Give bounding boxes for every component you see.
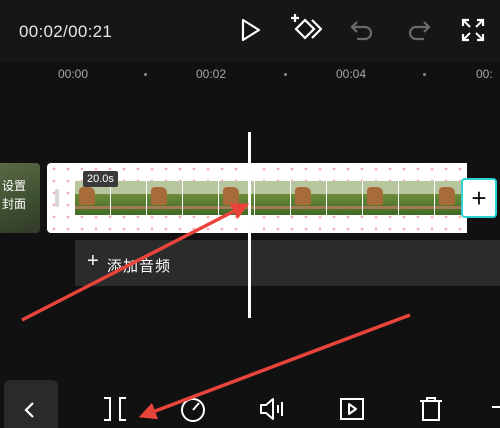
undo-icon[interactable] (348, 16, 376, 44)
redo-icon[interactable] (405, 16, 433, 44)
ruler-tick (144, 73, 147, 76)
playhead[interactable] (248, 132, 251, 318)
back-button[interactable] (4, 380, 58, 428)
clip-duration-badge: 20.0s (83, 171, 118, 187)
bottom-toolbar (0, 380, 500, 428)
ruler-label: 00:00 (58, 67, 89, 81)
fullscreen-icon[interactable] (459, 16, 487, 44)
more-indicator (492, 406, 500, 408)
top-bar: 00:02/00:21 (0, 0, 500, 62)
time-display: 00:02/00:21 (19, 22, 113, 41)
ruler-label: 00:04 (336, 67, 367, 81)
animation-icon[interactable] (337, 394, 367, 424)
ruler-label: 00: (476, 67, 493, 81)
back-icon (24, 402, 34, 418)
clip-frame (255, 181, 291, 215)
play-icon[interactable] (236, 16, 264, 44)
ruler-tick (284, 73, 287, 76)
clip-frame (399, 181, 435, 215)
set-cover-label: 设置 封面 (2, 179, 27, 211)
clip-frame (147, 181, 183, 215)
clip-frames (75, 181, 467, 215)
plus-icon: + (87, 250, 99, 272)
ruler-tick (423, 73, 426, 76)
add-clip-button[interactable]: + (461, 178, 497, 218)
clip-trim-handle[interactable] (55, 189, 59, 207)
clip-frame (183, 181, 219, 215)
speed-icon[interactable] (178, 394, 208, 424)
clip-frame (291, 181, 327, 215)
add-audio-track[interactable]: + 添加音频 (75, 240, 500, 286)
timeline-ruler[interactable]: 00:00 00:02 00:04 00: (0, 62, 500, 90)
delete-icon[interactable] (416, 394, 446, 424)
keyframe-add-icon[interactable] (288, 12, 322, 46)
clip-frame (327, 181, 363, 215)
clip-frame (363, 181, 399, 215)
volume-icon[interactable] (257, 394, 287, 424)
add-audio-label: 添加音频 (107, 258, 172, 275)
split-icon[interactable] (100, 394, 130, 424)
plus-icon: + (471, 183, 487, 213)
set-cover-button[interactable]: 设置 封面 (0, 163, 40, 233)
ruler-label: 00:02 (196, 67, 227, 81)
